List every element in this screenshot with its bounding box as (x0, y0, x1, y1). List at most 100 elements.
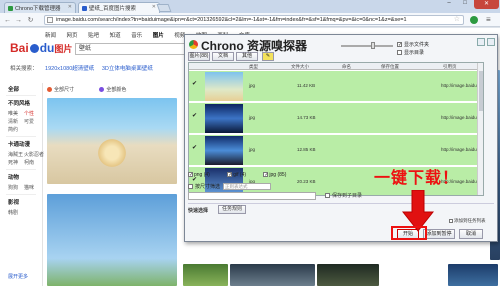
col-name[interactable]: 命名 (342, 63, 351, 70)
category-sidebar: 全部 不同风格 唯美 个性 清新 可爱 简约 卡通动漫 海贼王 火影忍者 死神 … (0, 83, 44, 286)
sidebar-item[interactable]: 清新 (8, 118, 18, 125)
table-row[interactable]: ✔ jpg 12.85 KB http://image.baidu (189, 135, 483, 166)
subdir-checkbox[interactable]: 保存到子目录 (325, 192, 362, 199)
row-referrer: http://image.baidu (441, 115, 477, 120)
nav-music[interactable]: 音乐 (131, 33, 142, 39)
row-thumbnail (205, 136, 243, 165)
show-folder-checkbox[interactable]: ✓ 显示文件夹 (397, 41, 429, 48)
col-type[interactable]: 类型 (249, 63, 258, 70)
add-to-list-checkbox[interactable]: 添加到任务列表 (449, 218, 486, 224)
result-image-starfish[interactable] (47, 98, 177, 184)
divider (6, 136, 36, 137)
menu-icon[interactable]: ≡ (486, 16, 494, 24)
nav-tieba[interactable]: 贴吧 (88, 33, 99, 39)
sidebar-item[interactable]: 个性 (24, 110, 34, 117)
filter-color[interactable]: 全部颜色 (99, 86, 138, 93)
baidu-logo[interactable]: Bai du图片 (10, 41, 72, 55)
sidebar-item[interactable]: 简约 (8, 126, 18, 133)
divider (6, 95, 36, 96)
slider-knob[interactable] (371, 42, 375, 49)
show-dir-checkbox[interactable]: 显示目录 (397, 49, 424, 56)
sidebar-item[interactable]: 韩剧 (8, 209, 18, 216)
cancel-button[interactable]: 取消 (459, 229, 483, 239)
tab-other[interactable]: 其他 (236, 52, 258, 61)
result-image[interactable] (230, 264, 315, 286)
sidebar-item[interactable]: 猫咪 (24, 184, 34, 191)
regex-input[interactable]: 正则表达式 (223, 183, 272, 191)
name-mask-input[interactable] (188, 192, 316, 200)
filter-size[interactable]: 全部尺寸 (47, 86, 86, 93)
task-rule-button[interactable]: 任务规则 (218, 205, 246, 214)
related-link[interactable]: 1920x1080超清壁纸 (45, 66, 94, 72)
sidebar-group-title: 卡通动漫 (8, 142, 31, 148)
nav-web[interactable]: 网页 (67, 33, 78, 39)
bookmark-star-icon[interactable]: ☆ (454, 16, 460, 24)
nav-zhidao[interactable]: 知道 (110, 33, 121, 39)
row-checkbox[interactable]: ✔ (192, 81, 198, 87)
minimize-button[interactable]: – (442, 0, 456, 9)
logo-images: 图片 (54, 44, 73, 54)
quick-select-label: 快速选择 (188, 208, 209, 214)
scrollbar-thumb[interactable] (479, 71, 483, 111)
table-row[interactable]: ✔ jpg 11.42 KB http://image.baidu (189, 71, 483, 102)
sidebar-item[interactable]: 火影忍者 (24, 151, 44, 158)
edit-pencil-icon[interactable]: ✎ (262, 52, 274, 61)
grid-view-icon[interactable] (477, 38, 485, 46)
row-checkbox[interactable]: ✔ (192, 113, 198, 119)
sidebar-item[interactable]: 狗狗 (8, 184, 18, 191)
reload-icon[interactable]: ↻ (26, 16, 35, 25)
sidebar-item[interactable]: 柯南 (24, 159, 34, 166)
sidebar-group-title: 动物 (8, 175, 20, 181)
size-filter[interactable]: 按尺寸筛选 正则表达式 (188, 183, 272, 191)
col-location[interactable]: 保存位置 (381, 63, 399, 70)
url-text: image.baidu.com/search/index?tn=baiduima… (56, 17, 407, 23)
sidebar-all[interactable]: 全部 (8, 85, 19, 93)
forward-arrow-icon[interactable]: → (14, 16, 23, 25)
shell-shape (95, 138, 129, 168)
row-checkbox[interactable]: ✔ (192, 145, 198, 151)
filetype-jpg[interactable]: ✓jpg (85) (263, 172, 294, 178)
close-window-button[interactable]: ✕ (474, 0, 499, 9)
table-row[interactable]: ✔ jpg 14.73 KB http://image.baidu (189, 103, 483, 134)
thumbnail-size-slider[interactable] (341, 42, 393, 49)
size-icon (47, 87, 52, 93)
chrono-sniffer-popup: Chrono 资源嗅探器 ✓ 显示文件夹 显示目录 图片(88) 文档 其他 ✎ … (184, 34, 498, 242)
color-icon (99, 87, 105, 93)
search-input[interactable]: 壁纸 (75, 43, 195, 55)
filetype-gif[interactable]: ✓gif (4) (227, 172, 254, 178)
result-image[interactable] (317, 264, 379, 286)
row-size: 14.73 KB (297, 115, 316, 120)
sidebar-item[interactable]: 唯美 (8, 110, 18, 117)
close-tab-icon[interactable]: ✕ (152, 4, 156, 10)
logo-du: du (39, 41, 55, 55)
sidebar-item[interactable]: 可爱 (24, 118, 34, 125)
list-view-icon[interactable] (487, 38, 495, 46)
row-type: jpg (249, 147, 256, 152)
tab-baidu-images[interactable]: 壁纸_百度图片搜索 ✕ (78, 2, 160, 13)
table-scrollbar[interactable] (477, 63, 483, 195)
row-referrer: http://image.baidu (441, 83, 477, 88)
col-size[interactable]: 文件大小 (291, 63, 309, 70)
result-image[interactable] (448, 264, 498, 286)
related-link[interactable]: 3D立体电脑桌面壁纸 (102, 66, 153, 72)
sidebar-item[interactable]: 死神 (8, 159, 18, 166)
sidebar-more-link[interactable]: 展开更多 (8, 273, 28, 280)
result-image-dandelion[interactable] (47, 194, 177, 286)
checkbox-label: 显示目录 (404, 50, 425, 56)
chrono-extension-icon[interactable] (470, 16, 478, 24)
result-image[interactable] (183, 264, 228, 286)
url-field[interactable]: image.baidu.com/search/index?tn=baiduima… (44, 15, 464, 25)
maximize-button[interactable]: □ (458, 0, 472, 9)
nav-images[interactable]: 图片 (153, 33, 164, 39)
new-tab-button[interactable] (156, 4, 172, 12)
tab-chrono-manager[interactable]: Chrono下载管理器 ✕ (4, 2, 76, 13)
tab-images[interactable]: 图片(88) (188, 52, 210, 61)
close-tab-icon[interactable]: ✕ (68, 4, 72, 10)
back-arrow-icon[interactable]: ← (3, 16, 12, 25)
nav-news[interactable]: 新闻 (45, 33, 56, 39)
sidebar-item[interactable]: 海贼王 (8, 151, 23, 158)
col-referrer[interactable]: 引用页 (443, 63, 457, 70)
filetype-png[interactable]: ✓png (4) (188, 172, 218, 178)
checkbox-label: 显示文件夹 (404, 42, 430, 48)
tab-documents[interactable]: 文档 (212, 52, 234, 61)
